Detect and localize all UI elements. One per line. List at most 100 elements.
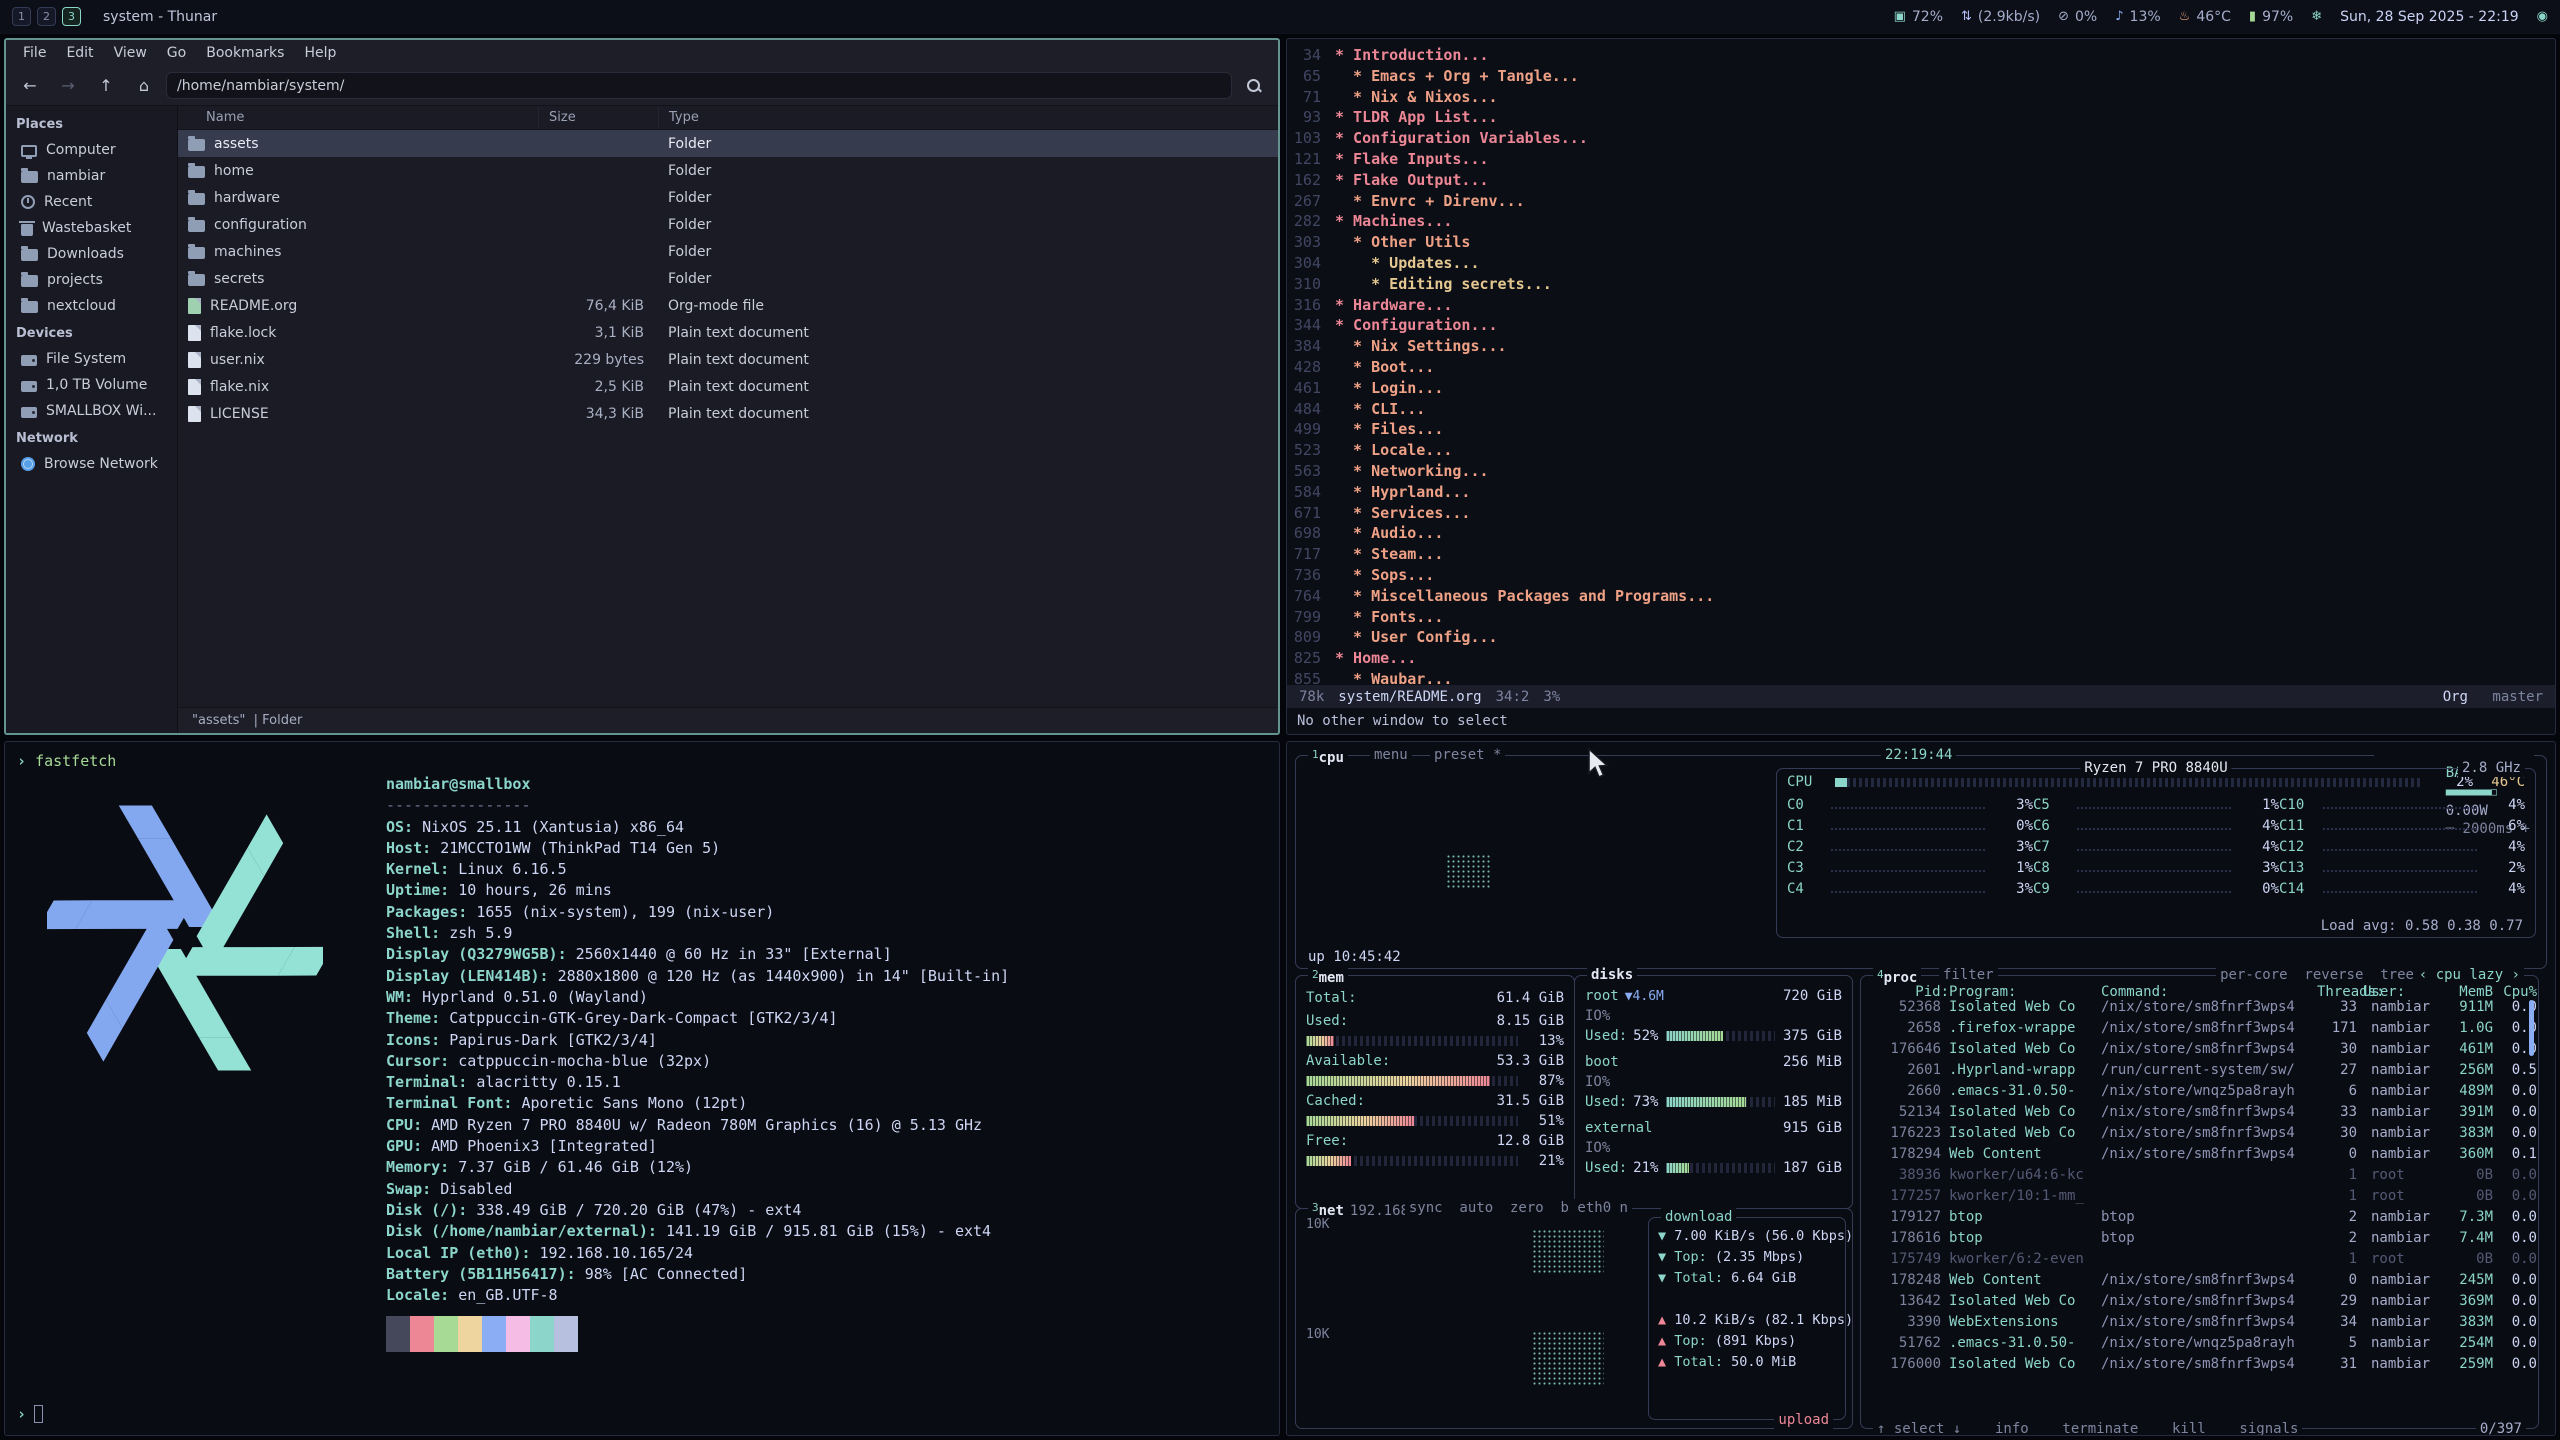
process-pid: 176000 xyxy=(1869,1354,1949,1375)
process-row-176646[interactable]: 176646Isolated Web Co/nix/store/sm8fnrf3… xyxy=(1861,1039,2538,1060)
org-heading: * Miscellaneous Packages and Programs... xyxy=(1335,586,1714,607)
process-row-175749[interactable]: 175749kworker/6:2-even1root0B0.0 xyxy=(1861,1249,2538,1270)
sidebar-item-browse-network[interactable]: Browse Network xyxy=(6,451,177,477)
workspace-3[interactable]: 3 xyxy=(62,7,81,26)
status-clock[interactable]: Sun, 28 Sep 2025 - 22:19 xyxy=(2340,9,2519,25)
proc-options[interactable]: per-core reverse tree xyxy=(2216,966,2418,984)
menu-help[interactable]: Help xyxy=(295,43,345,63)
process-row-179127[interactable]: 179127btopbtop2nambiar7.3M0.0 xyxy=(1861,1207,2538,1228)
core-c3: C31% xyxy=(1787,860,2033,881)
process-row-3390[interactable]: 3390WebExtensions/nix/store/sm8fnrf3wps4… xyxy=(1861,1312,2538,1333)
file-row-hardware[interactable]: hardwareFolder xyxy=(178,184,1278,211)
status-volume[interactable]: ♪13% xyxy=(2115,9,2160,25)
sidebar-item-projects[interactable]: projects xyxy=(6,267,177,293)
process-memory: 911M xyxy=(2435,997,2493,1018)
process-row-51762[interactable]: 51762.emacs-31.0.50-/nix/store/wnqz5pa8r… xyxy=(1861,1333,2538,1354)
disk-io-label: IO% xyxy=(1585,1140,1610,1156)
net-lines: ▼ 7.00 KiB/s (56.0 Kbps)▼ Top: (2.35 Mbp… xyxy=(1649,1226,1845,1373)
process-program: .firefox-wrappe xyxy=(1949,1018,2101,1039)
process-row-2601[interactable]: 2601.Hyprland-wrapp/run/current-system/s… xyxy=(1861,1060,2538,1081)
net-options[interactable]: sync auto zero b eth0 n xyxy=(1405,1199,1632,1217)
fetch-label: Theme: xyxy=(386,1009,449,1027)
fetch-value: Papirus-Dark [GTK2/3/4] xyxy=(449,1031,657,1049)
file-row-home[interactable]: homeFolder xyxy=(178,157,1278,184)
file-row-flake-lock[interactable]: flake.lock3,1 KiBPlain text document xyxy=(178,319,1278,346)
filter-button[interactable]: filter xyxy=(1939,966,1998,984)
process-row-176223[interactable]: 176223Isolated Web Co/nix/store/sm8fnrf3… xyxy=(1861,1123,2538,1144)
column-header-type[interactable]: Type xyxy=(658,106,1278,129)
proc-counter: 0/397 xyxy=(2476,1420,2526,1436)
process-row-38936[interactable]: 38936kworker/u64:6-kc1root0B0.0 xyxy=(1861,1165,2538,1186)
status-cpu[interactable]: ▣72% xyxy=(1894,9,1943,25)
sidebar-item-computer[interactable]: Computer xyxy=(6,137,177,163)
process-row-178248[interactable]: 178248Web Content/nix/store/sm8fnrf3wps4… xyxy=(1861,1270,2538,1291)
net-stat-line: ▼ Total: 6.64 GiB xyxy=(1649,1268,1845,1289)
search-button[interactable] xyxy=(1238,72,1270,100)
workspace-1[interactable]: 1 xyxy=(12,7,31,26)
process-row-176000[interactable]: 176000Isolated Web Co/nix/store/sm8fnrf3… xyxy=(1861,1354,2538,1375)
sidebar-item-nambiar[interactable]: nambiar xyxy=(6,163,177,189)
file-row-license[interactable]: LICENSE34,3 KiBPlain text document xyxy=(178,400,1278,427)
process-row-13642[interactable]: 13642Isolated Web Co/nix/store/sm8fnrf3w… xyxy=(1861,1291,2538,1312)
file-row-assets[interactable]: assetsFolder xyxy=(178,130,1278,157)
file-row-secrets[interactable]: secretsFolder xyxy=(178,265,1278,292)
process-row-52368[interactable]: 52368Isolated Web Co/nix/store/sm8fnrf3w… xyxy=(1861,997,2538,1018)
process-row-178616[interactable]: 178616btopbtop2nambiar7.4M0.0 xyxy=(1861,1228,2538,1249)
status-battery[interactable]: ▮97% xyxy=(2249,9,2293,25)
org-heading-line: 825* Home... xyxy=(1293,648,2555,669)
path-input[interactable] xyxy=(166,72,1232,99)
back-button[interactable]: ← xyxy=(14,72,46,100)
forward-button[interactable]: → xyxy=(52,72,84,100)
status-network[interactable]: ⇅(2.9kb/s) xyxy=(1961,9,2040,25)
status-microphone[interactable]: ⊘0% xyxy=(2058,9,2097,25)
file-row-user-nix[interactable]: user.nix229 bytesPlain text document xyxy=(178,346,1278,373)
sidebar-item-recent[interactable]: Recent xyxy=(6,189,177,215)
file-row-readme-org[interactable]: README.org76,4 KiBOrg-mode file xyxy=(178,292,1278,319)
sidebar-item-file-system[interactable]: File System xyxy=(6,346,177,372)
process-row-177257[interactable]: 177257kworker/10:1-mm_1root0B0.0 xyxy=(1861,1186,2538,1207)
process-row-52134[interactable]: 52134Isolated Web Co/nix/store/sm8fnrf3w… xyxy=(1861,1102,2538,1123)
file-row-configuration[interactable]: configurationFolder xyxy=(178,211,1278,238)
process-row-2660[interactable]: 2660.emacs-31.0.50-/nix/store/wnqz5pa8ra… xyxy=(1861,1081,2538,1102)
menu-file[interactable]: File xyxy=(14,43,55,63)
org-heading-line: 523 * Locale... xyxy=(1293,440,2555,461)
column-header-name[interactable]: Name xyxy=(178,106,538,129)
sidebar-item-smallbox-wi-[interactable]: SMALLBOX Wi... xyxy=(6,398,177,424)
proc-footer-keys[interactable]: ↑ select ↓ info terminate kill signals xyxy=(1873,1420,2302,1436)
status-temperature[interactable]: ♨46°C xyxy=(2179,9,2231,25)
file-list: assetsFolderhomeFolderhardwareFolderconf… xyxy=(178,130,1278,707)
shell-prompt[interactable]: › xyxy=(17,1405,43,1423)
status-power[interactable]: ◉ xyxy=(2537,9,2548,24)
menu-edit[interactable]: Edit xyxy=(57,43,102,63)
disk-used-percent: 52% xyxy=(1633,1028,1658,1044)
cpu-box-title[interactable]: 1cpu xyxy=(1308,746,1348,764)
preset-tab[interactable]: preset * xyxy=(1430,746,1505,764)
status-nix[interactable]: ❄ xyxy=(2311,9,2322,24)
menu-view[interactable]: View xyxy=(105,43,156,63)
sidebar-item-nextcloud[interactable]: nextcloud xyxy=(6,293,177,319)
process-row-178294[interactable]: 178294Web Content/nix/store/sm8fnrf3wps4… xyxy=(1861,1144,2538,1165)
file-row-flake-nix[interactable]: flake.nix2,5 KiBPlain text document xyxy=(178,373,1278,400)
fetch-value: NixOS 25.11 (Xantusia) x86_64 xyxy=(422,818,684,836)
menu-tab[interactable]: menu xyxy=(1370,746,1412,764)
workspace-2[interactable]: 2 xyxy=(37,7,56,26)
mem-box-title[interactable]: 2mem xyxy=(1308,966,1348,984)
up-button[interactable]: ↑ xyxy=(90,72,122,100)
disks-box-title[interactable]: disks xyxy=(1587,966,1637,984)
folder-icon xyxy=(21,275,38,287)
sidebar-item-downloads[interactable]: Downloads xyxy=(6,241,177,267)
column-header-size[interactable]: Size xyxy=(538,106,658,129)
disk-used-row: Used:52%375 GiB xyxy=(1575,1026,1852,1046)
sidebar-item-1-0-tb-volume[interactable]: 1,0 TB Volume xyxy=(6,372,177,398)
home-button[interactable]: ⌂ xyxy=(128,72,160,100)
proc-box-title[interactable]: 4proc xyxy=(1873,966,1921,984)
disk-boot: boot256 MiBIO%Used:73%185 MiB xyxy=(1575,1052,1852,1112)
net-stat-label: Total: xyxy=(1674,1354,1731,1370)
sort-selector[interactable]: ‹ cpu lazy › xyxy=(2415,966,2524,984)
proc-scrollbar[interactable] xyxy=(2529,1000,2534,1056)
process-row-2658[interactable]: 2658.firefox-wrappe/nix/store/sm8fnrf3wp… xyxy=(1861,1018,2538,1039)
file-row-machines[interactable]: machinesFolder xyxy=(178,238,1278,265)
menu-bookmarks[interactable]: Bookmarks xyxy=(197,43,293,63)
sidebar-item-wastebasket[interactable]: Wastebasket xyxy=(6,215,177,241)
menu-go[interactable]: Go xyxy=(158,43,195,63)
